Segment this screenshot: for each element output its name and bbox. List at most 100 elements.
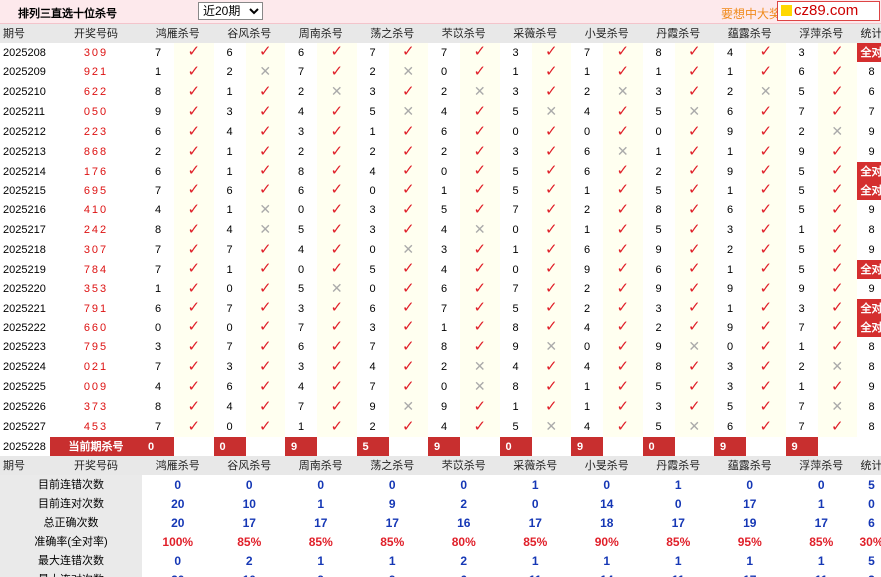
check-icon: ✓ <box>473 417 487 435</box>
kill-result-cell: ✓ <box>245 260 285 279</box>
column-header: 荡之杀号 <box>356 456 428 475</box>
kill-number-cell: 1 <box>213 162 246 181</box>
check-icon: ✓ <box>687 240 701 258</box>
draw-number-cell: 921 <box>83 66 109 78</box>
check-icon: ✓ <box>616 240 630 258</box>
kill-number-cell: 0 <box>499 220 532 240</box>
summary-row: 目前连错次数 0 0 0 0 0 1 0 1 0 0 5 <box>0 475 881 494</box>
summary-value: 6 <box>428 570 500 577</box>
kill-number-cell: 5 <box>785 240 818 260</box>
kill-result-cell: ✓ <box>674 318 714 337</box>
check-icon: ✓ <box>330 181 344 198</box>
check-icon: ✓ <box>473 181 487 198</box>
check-icon: ✓ <box>544 318 558 335</box>
kill-number-cell: 8 <box>142 220 174 240</box>
kill-number-cell: 9 <box>714 279 746 299</box>
kill-result-cell: ✓ <box>317 142 357 162</box>
stat-cell: 9 <box>868 146 875 158</box>
cross-icon: ✕ <box>759 83 772 99</box>
summary-value: 95% <box>737 534 762 549</box>
check-icon: ✓ <box>687 43 701 60</box>
summary-value: 19 <box>743 515 757 530</box>
kill-number-cell: 4 <box>285 377 317 397</box>
cross-icon: ✕ <box>259 221 272 237</box>
kill-result-cell: ✓ <box>746 102 786 122</box>
column-header: 开奖号码 <box>50 456 142 475</box>
summary-value: 1 <box>317 496 325 511</box>
kill-result-cell: ✓ <box>317 357 357 377</box>
kill-number-cell: 9 <box>571 260 603 279</box>
kill-result-cell: ✓ <box>460 200 500 220</box>
kill-result-cell: ✓ <box>245 102 285 122</box>
check-icon: ✓ <box>187 260 201 277</box>
kill-number-cell: 6 <box>285 43 317 62</box>
kill-result-cell: ✓ <box>174 279 214 299</box>
cross-icon: ✕ <box>259 63 272 79</box>
predicted-kill-cell: 0 <box>499 437 532 456</box>
kill-number-cell: 6 <box>571 162 603 181</box>
check-icon: ✓ <box>187 62 201 80</box>
check-icon: ✓ <box>258 279 272 297</box>
kill-result-cell: ✓ <box>817 162 857 181</box>
kill-result-cell: ✓ <box>674 397 714 417</box>
stat-cell: 8 <box>868 361 875 373</box>
check-icon: ✓ <box>759 162 773 179</box>
summary-value: 17 <box>714 570 786 577</box>
kill-result-cell: ✓ <box>603 102 643 122</box>
kill-result-cell: ✓ <box>603 318 643 337</box>
kill-number-cell: 5 <box>285 279 317 299</box>
kill-number-cell: 8 <box>642 200 675 220</box>
predicted-kill-cell: 5 <box>356 437 389 456</box>
summary-value: 0 <box>531 496 539 511</box>
check-icon: ✓ <box>687 200 701 218</box>
check-icon: ✓ <box>187 43 201 60</box>
summary-row: 最大连错次数 0 2 1 1 2 1 1 1 1 1 5 <box>0 551 881 570</box>
site-logo[interactable]: cz89.com <box>777 1 880 21</box>
check-icon: ✓ <box>473 260 487 277</box>
cross-icon: ✕ <box>402 63 415 79</box>
kill-result-cell: ✕ <box>388 397 428 417</box>
summary-value: 0 <box>603 477 611 492</box>
check-icon: ✓ <box>330 357 344 375</box>
period-range-select[interactable]: 近20期 <box>198 2 263 20</box>
kill-number-cell: 3 <box>785 43 818 62</box>
kill-number-cell: 5 <box>785 181 818 200</box>
kill-number-cell: 7 <box>428 43 460 62</box>
kill-number-cell: 9 <box>714 318 746 337</box>
kill-result-cell: ✓ <box>531 240 571 260</box>
summary-row: 目前连对次数 20 10 1 9 2 0 14 0 17 1 0 <box>0 494 881 513</box>
kill-result-cell: ✕ <box>531 417 571 437</box>
kill-result-cell: ✓ <box>174 62 214 82</box>
stat-cell: 9 <box>868 204 875 216</box>
check-icon: ✓ <box>830 162 844 179</box>
kill-result-cell: ✓ <box>746 62 786 82</box>
kill-result-cell: ✓ <box>460 260 500 279</box>
predicted-kill-cell: 9 <box>428 437 460 456</box>
check-icon: ✓ <box>759 318 773 335</box>
summary-value: 0 <box>460 477 468 492</box>
kill-number-cell: 1 <box>642 142 675 162</box>
summary-value: 0 <box>817 477 825 492</box>
check-icon: ✓ <box>544 62 558 80</box>
kill-number-cell: 1 <box>714 142 746 162</box>
check-icon: ✓ <box>330 62 344 80</box>
check-icon: ✓ <box>616 162 630 179</box>
kill-result-cell: ✓ <box>603 162 643 181</box>
column-header: 谷风杀号 <box>213 456 285 475</box>
kill-result-cell: ✓ <box>674 240 714 260</box>
table-row: 2025214 176 6 ✓ 1 ✓ 8 ✓ 4 ✓ 0 ✓ 5 ✓ 6 ✓ 2 ✓ 9 ✓ 5 ✓ 全对 <box>0 162 881 181</box>
cross-icon: ✕ <box>402 241 415 257</box>
summary-total: 0 <box>868 496 875 511</box>
kill-result-cell: ✓ <box>674 82 714 102</box>
page-title: 排列三直选十位杀号 <box>18 8 117 20</box>
summary-value: 17 <box>528 515 542 530</box>
cross-icon: ✕ <box>473 358 486 374</box>
table-row: 2025226 373 8 ✓ 4 ✓ 7 ✓ 9 ✕ 9 ✓ 1 ✓ 1 ✓ 3 ✓ 5 ✓ 7 ✕ 8 <box>0 397 881 417</box>
summary-value: 20 <box>171 515 185 530</box>
kill-number-cell: 5 <box>785 200 818 220</box>
check-icon: ✓ <box>187 337 201 355</box>
kill-result-cell: ✓ <box>317 240 357 260</box>
kill-number-cell: 3 <box>285 122 317 142</box>
kill-number-cell: 9 <box>499 337 532 357</box>
kill-result-cell: ✓ <box>245 397 285 417</box>
